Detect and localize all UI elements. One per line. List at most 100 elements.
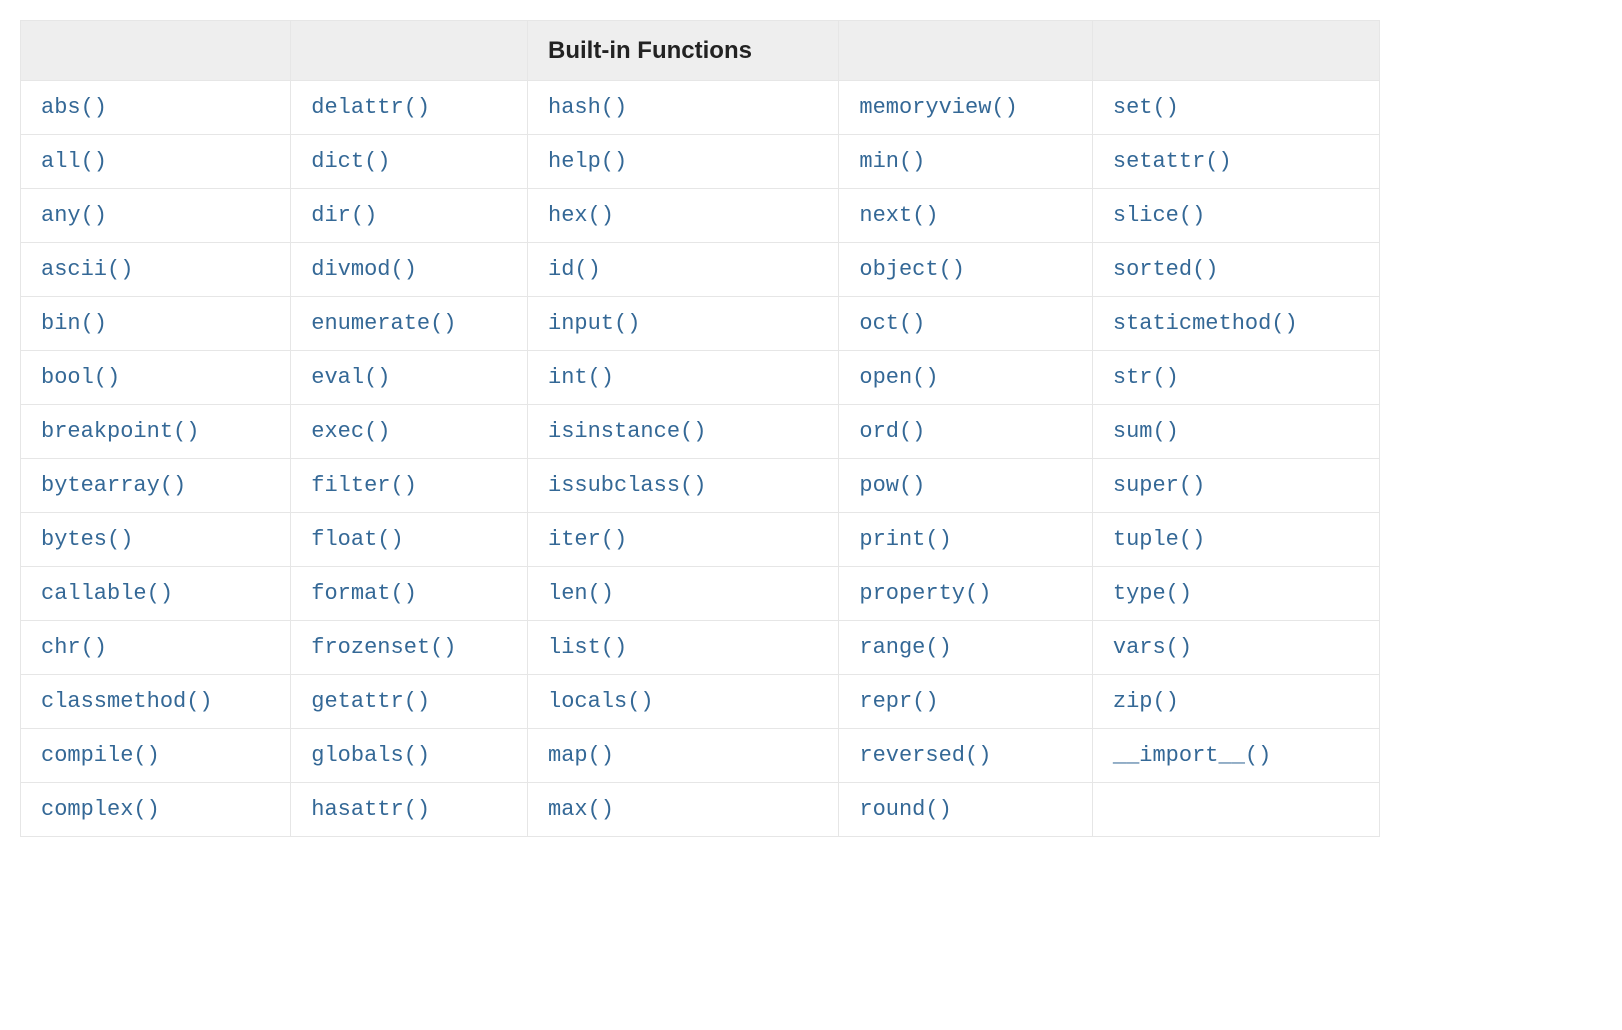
function-link[interactable]: __import__() — [1113, 743, 1271, 768]
function-link[interactable]: memoryview() — [859, 95, 1017, 120]
function-link[interactable]: exec() — [311, 419, 390, 444]
function-link[interactable]: type() — [1113, 581, 1192, 606]
function-link[interactable]: super() — [1113, 473, 1205, 498]
function-link[interactable]: round() — [859, 797, 951, 822]
table-row: classmethod() getattr() locals() repr() zip(… — [21, 675, 1380, 729]
table-cell: getattr() — [291, 675, 528, 729]
function-link[interactable]: issubclass() — [548, 473, 706, 498]
table-row: bool() eval() int() open() str() — [21, 351, 1380, 405]
function-link[interactable]: divmod() — [311, 257, 417, 282]
table-row: ascii() divmod() id() object() sorted() — [21, 243, 1380, 297]
function-link[interactable]: tuple() — [1113, 527, 1205, 552]
function-link[interactable]: sum() — [1113, 419, 1179, 444]
function-link[interactable]: compile() — [41, 743, 160, 768]
function-link[interactable]: globals() — [311, 743, 430, 768]
table-cell: open() — [839, 351, 1093, 405]
function-link[interactable]: delattr() — [311, 95, 430, 120]
function-link[interactable]: len() — [548, 581, 614, 606]
function-link[interactable]: bytes() — [41, 527, 133, 552]
function-link[interactable]: object() — [859, 257, 965, 282]
function-link[interactable]: bool() — [41, 365, 120, 390]
function-link[interactable]: frozenset() — [311, 635, 456, 660]
function-link[interactable]: open() — [859, 365, 938, 390]
function-link[interactable]: print() — [859, 527, 951, 552]
table-cell: bin() — [21, 297, 291, 351]
function-link[interactable]: sorted() — [1113, 257, 1219, 282]
function-link[interactable]: eval() — [311, 365, 390, 390]
table-cell: float() — [291, 513, 528, 567]
table-cell: print() — [839, 513, 1093, 567]
table-cell: help() — [528, 135, 839, 189]
function-link[interactable]: chr() — [41, 635, 107, 660]
table-cell: map() — [528, 729, 839, 783]
function-link[interactable]: dict() — [311, 149, 390, 174]
function-link[interactable]: slice() — [1113, 203, 1205, 228]
function-link[interactable]: property() — [859, 581, 991, 606]
function-link[interactable]: staticmethod() — [1113, 311, 1298, 336]
function-link[interactable]: all() — [41, 149, 107, 174]
function-link[interactable]: locals() — [548, 689, 654, 714]
table-cell: set() — [1092, 81, 1379, 135]
table-cell: round() — [839, 783, 1093, 837]
table-row: callable() format() len() property() type() — [21, 567, 1380, 621]
table-cell: repr() — [839, 675, 1093, 729]
function-link[interactable]: abs() — [41, 95, 107, 120]
function-link[interactable]: getattr() — [311, 689, 430, 714]
function-link[interactable]: any() — [41, 203, 107, 228]
function-link[interactable]: filter() — [311, 473, 417, 498]
function-link[interactable]: complex() — [41, 797, 160, 822]
function-link[interactable]: hash() — [548, 95, 627, 120]
table-cell: hex() — [528, 189, 839, 243]
function-link[interactable]: set() — [1113, 95, 1179, 120]
function-link[interactable]: format() — [311, 581, 417, 606]
table-cell: bytearray() — [21, 459, 291, 513]
table-row: chr() frozenset() list() range() vars() — [21, 621, 1380, 675]
function-link[interactable]: callable() — [41, 581, 173, 606]
function-link[interactable]: classmethod() — [41, 689, 213, 714]
function-link[interactable]: dir() — [311, 203, 377, 228]
function-link[interactable]: min() — [859, 149, 925, 174]
function-link[interactable]: iter() — [548, 527, 627, 552]
function-link[interactable]: str() — [1113, 365, 1179, 390]
function-link[interactable]: ascii() — [41, 257, 133, 282]
function-link[interactable]: help() — [548, 149, 627, 174]
function-link[interactable]: int() — [548, 365, 614, 390]
table-cell: globals() — [291, 729, 528, 783]
table-row: all() dict() help() min() setattr() — [21, 135, 1380, 189]
function-link[interactable]: float() — [311, 527, 403, 552]
table-cell: format() — [291, 567, 528, 621]
function-link[interactable]: bin() — [41, 311, 107, 336]
table-cell: filter() — [291, 459, 528, 513]
table-cell: super() — [1092, 459, 1379, 513]
function-link[interactable]: repr() — [859, 689, 938, 714]
function-link[interactable]: list() — [548, 635, 627, 660]
table-cell: ord() — [839, 405, 1093, 459]
table-cell: staticmethod() — [1092, 297, 1379, 351]
function-link[interactable]: hasattr() — [311, 797, 430, 822]
function-link[interactable]: vars() — [1113, 635, 1192, 660]
function-link[interactable]: isinstance() — [548, 419, 706, 444]
table-row: complex() hasattr() max() round() — [21, 783, 1380, 837]
function-link[interactable]: ord() — [859, 419, 925, 444]
table-cell: eval() — [291, 351, 528, 405]
function-link[interactable]: oct() — [859, 311, 925, 336]
table-cell: type() — [1092, 567, 1379, 621]
function-link[interactable]: zip() — [1113, 689, 1179, 714]
function-link[interactable]: map() — [548, 743, 614, 768]
function-link[interactable]: breakpoint() — [41, 419, 199, 444]
function-link[interactable]: reversed() — [859, 743, 991, 768]
function-link[interactable]: bytearray() — [41, 473, 186, 498]
function-link[interactable]: setattr() — [1113, 149, 1232, 174]
table-cell: input() — [528, 297, 839, 351]
function-link[interactable]: input() — [548, 311, 640, 336]
function-link[interactable]: pow() — [859, 473, 925, 498]
function-link[interactable]: id() — [548, 257, 601, 282]
table-header-row: Built-in Functions — [21, 21, 1380, 81]
function-link[interactable]: max() — [548, 797, 614, 822]
table-cell: oct() — [839, 297, 1093, 351]
table-cell: vars() — [1092, 621, 1379, 675]
function-link[interactable]: next() — [859, 203, 938, 228]
function-link[interactable]: enumerate() — [311, 311, 456, 336]
function-link[interactable]: range() — [859, 635, 951, 660]
function-link[interactable]: hex() — [548, 203, 614, 228]
